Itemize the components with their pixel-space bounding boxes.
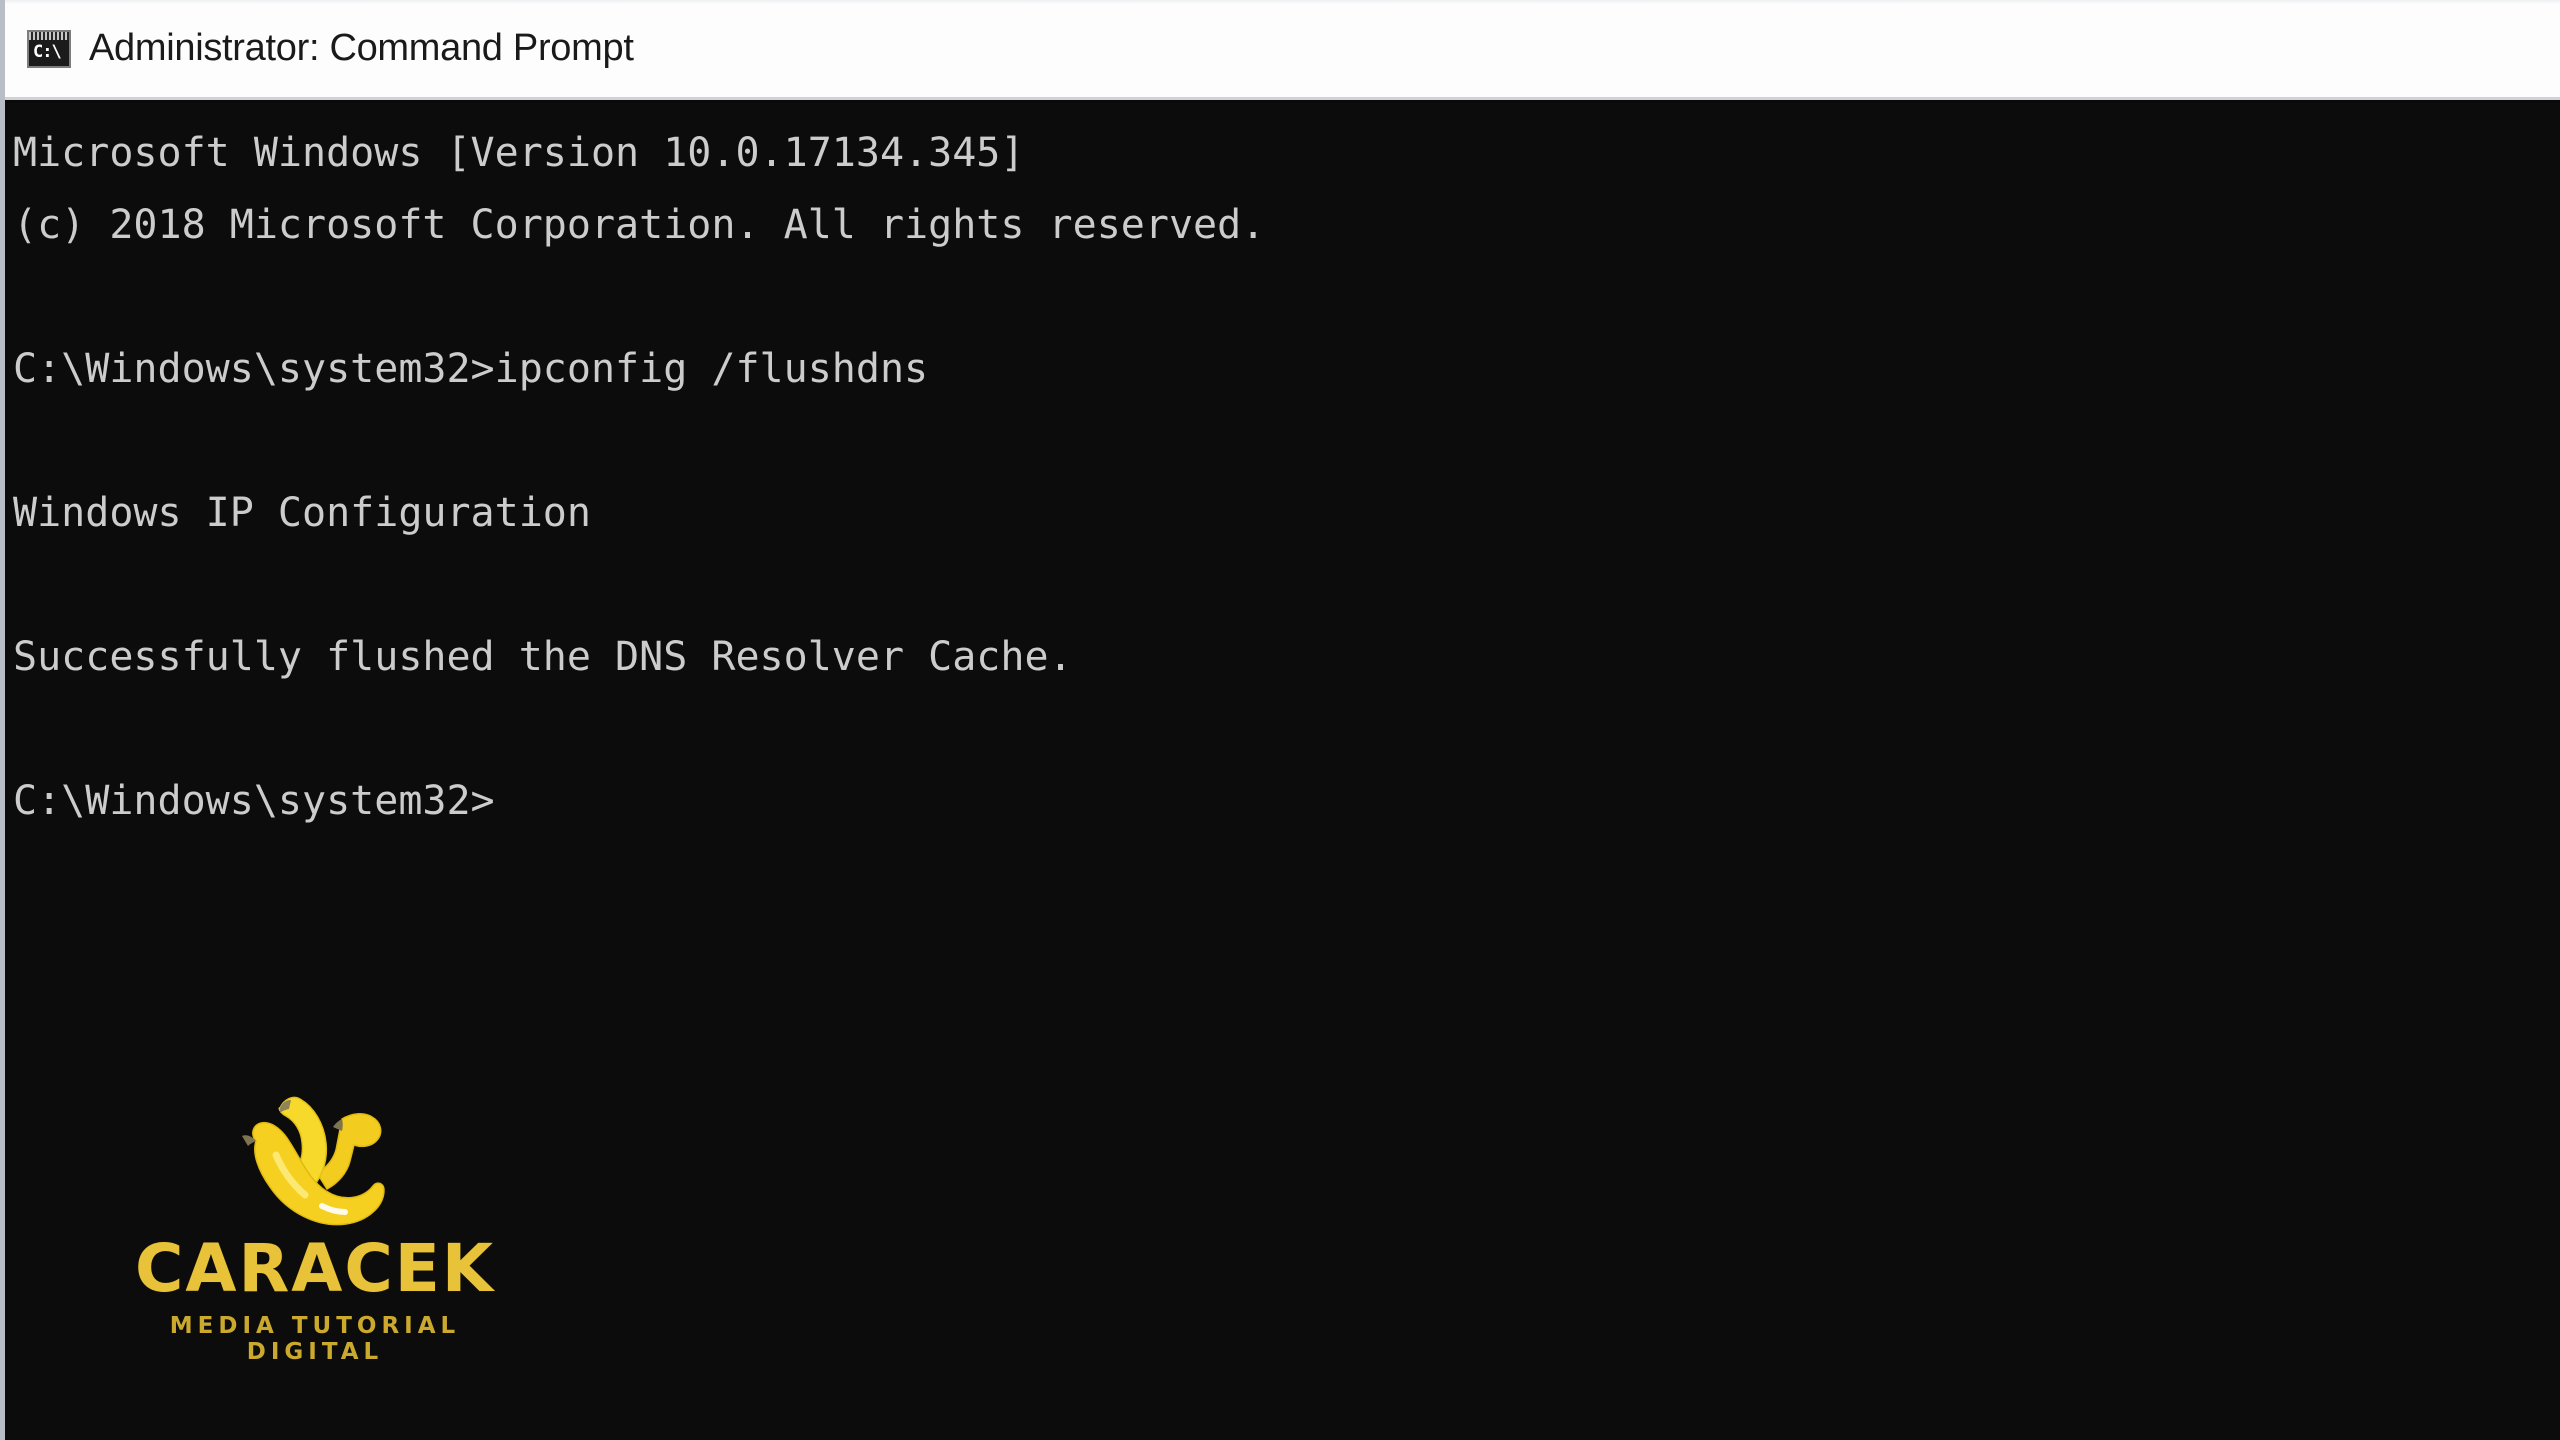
console-line: Microsoft Windows [Version 10.0.17134.34…: [13, 130, 1025, 176]
cmd-icon[interactable]: C:\: [27, 29, 71, 68]
console-line-heading: Windows IP Configuration: [13, 490, 591, 536]
console-output[interactable]: Microsoft Windows [Version 10.0.17134.34…: [5, 103, 2560, 1440]
cmd-icon-glyph: C:\: [33, 41, 62, 62]
console-line-prompt: C:\Windows\system32>: [13, 778, 495, 824]
watermark-tagline: MEDIA TUTORIAL DIGITAL: [169, 1313, 461, 1365]
banana-bunch-icon: [242, 1097, 385, 1226]
console-line-result: Successfully flushed the DNS Resolver Ca…: [13, 634, 1073, 680]
watermark: CARACEK MEDIA TUTORIAL DIGITAL: [100, 1083, 530, 1365]
command-prompt-window: C:\ Administrator: Command Prompt Micros…: [0, 0, 2560, 1440]
console-line: (c) 2018 Microsoft Corporation. All righ…: [13, 202, 1266, 248]
console-line-command: C:\Windows\system32>ipconfig /flushdns: [13, 346, 929, 392]
watermark-brand: CARACEK: [100, 1236, 530, 1302]
window-title: Administrator: Command Prompt: [89, 27, 634, 69]
window-titlebar[interactable]: C:\ Administrator: Command Prompt: [5, 0, 2560, 100]
cmd-icon-titlestripe: [29, 31, 69, 40]
